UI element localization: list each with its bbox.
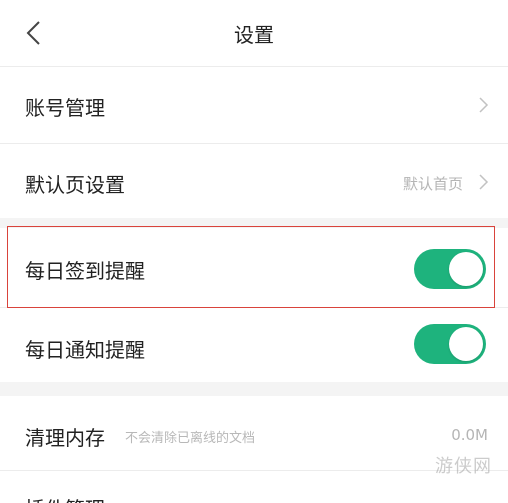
toggle-knob: [449, 252, 483, 286]
section-gap: [0, 382, 508, 396]
daily-notify-toggle[interactable]: [414, 324, 486, 364]
plugin-management-row[interactable]: 插件管理: [0, 471, 508, 503]
section-gap: [0, 218, 508, 228]
daily-notify-label: 每日通知提醒: [25, 338, 145, 362]
watermark-text: 游侠网: [435, 456, 492, 477]
daily-checkin-toggle[interactable]: [414, 249, 486, 289]
default-page-row[interactable]: 默认页设置 默认首页: [0, 144, 508, 218]
chevron-right-icon: [479, 174, 489, 190]
cache-size-value: 0.0M: [451, 426, 488, 444]
nav-bar: 设置: [0, 0, 508, 67]
page-title: 设置: [234, 23, 274, 47]
default-page-label: 默认页设置: [25, 173, 125, 197]
clear-cache-hint: 不会清除已离线的文档: [125, 431, 256, 446]
plugin-management-label: 插件管理: [25, 493, 105, 503]
daily-checkin-row: 每日签到提醒: [0, 228, 508, 306]
daily-checkin-label: 每日签到提醒: [25, 259, 145, 283]
clear-cache-label: 清理内存: [25, 426, 105, 450]
account-management-label: 账号管理: [25, 96, 105, 120]
default-page-value: 默认首页: [402, 175, 463, 193]
daily-notify-row: 每日通知提醒: [0, 308, 508, 382]
toggle-knob: [449, 327, 483, 361]
chevron-right-icon: [479, 97, 489, 113]
clear-cache-row[interactable]: 清理内存 不会清除已离线的文档 0.0M: [0, 396, 508, 470]
account-management-row[interactable]: 账号管理: [0, 67, 508, 143]
